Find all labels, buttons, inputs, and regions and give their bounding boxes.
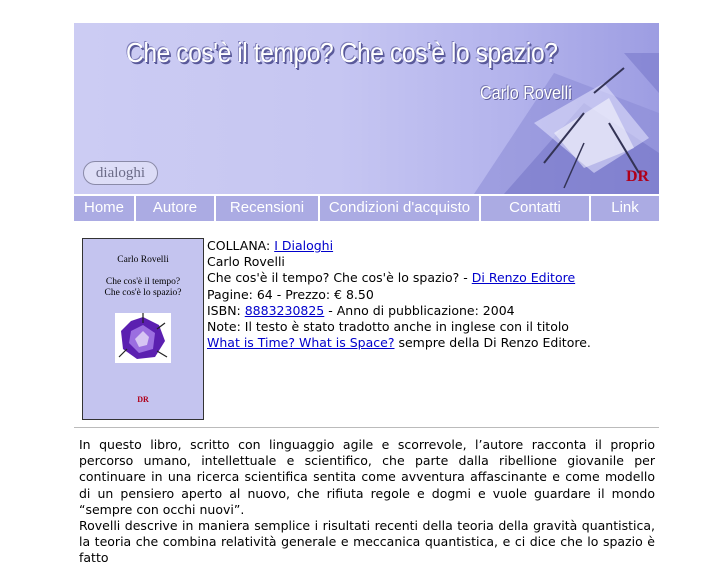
book-info: COLLANA: I Dialoghi Carlo Rovelli Che co… xyxy=(207,238,591,351)
isbn-label: ISBN: xyxy=(207,302,245,318)
nav-recensioni[interactable]: Recensioni xyxy=(216,196,320,221)
title-line: Che cos'è il tempo? Che cos'è lo spazio?… xyxy=(207,270,591,286)
author-line: Carlo Rovelli xyxy=(207,254,285,270)
book-cover: Carlo Rovelli Che cos'è il tempo? Che co… xyxy=(82,238,204,420)
year-text: - Anno di pubblicazione: 2004 xyxy=(324,302,515,318)
publisher-logo: DR xyxy=(626,168,650,185)
collana-label: COLLANA: xyxy=(207,238,275,253)
collana-line: COLLANA: I Dialoghi xyxy=(207,238,591,254)
header-banner: Che cos'è il tempo? Che cos'è lo spazio?… xyxy=(74,23,659,194)
banner-author: Carlo Rovelli xyxy=(480,83,572,103)
cover-title: Che cos'è il tempo? Che cos'è lo spazio? xyxy=(83,277,203,299)
cover-title-line-1: Che cos'è il tempo? xyxy=(105,277,181,287)
nav-contatti[interactable]: Contatti xyxy=(481,196,591,221)
english-suffix: sempre della Di Renzo Editore. xyxy=(394,335,591,351)
cover-author: Carlo Rovelli xyxy=(117,255,169,265)
section-divider xyxy=(74,427,659,428)
english-title-line: What is Time? What is Space? sempre dell… xyxy=(207,335,591,351)
description-paragraph-2: Rovelli descrive in maniera semplice i r… xyxy=(79,518,655,566)
page-title: Che cos'è il tempo? Che cos'è lo spazio? xyxy=(126,37,558,68)
cover-publisher-logo: DR xyxy=(137,395,149,404)
isbn-line: ISBN: 8883230825 - Anno di pubblicazione… xyxy=(207,303,591,319)
dialoghi-logo: dialoghi xyxy=(83,161,158,185)
collana-link[interactable]: I Dialoghi xyxy=(274,238,333,253)
nav-autore[interactable]: Autore xyxy=(136,196,216,221)
isbn-link[interactable]: 8883230825 xyxy=(245,303,325,318)
note-line: Note: Il testo è stato tradotto anche in… xyxy=(207,319,569,335)
english-edition-link[interactable]: What is Time? What is Space? xyxy=(207,335,394,350)
cover-title-line-2: Che cos'è lo spazio? xyxy=(104,288,182,298)
nav-link[interactable]: Link xyxy=(591,196,659,221)
pages-price-line: Pagine: 64 - Prezzo: € 8.50 xyxy=(207,286,374,302)
description-paragraph-1: In questo libro, scritto con linguaggio … xyxy=(79,437,655,517)
main-nav: Home Autore Recensioni Condizioni d'acqu… xyxy=(74,196,659,221)
publisher-link[interactable]: Di Renzo Editore xyxy=(472,270,575,285)
book-description: In questo libro, scritto con linguaggio … xyxy=(79,437,655,567)
title-text: Che cos'è il tempo? Che cos'è lo spazio?… xyxy=(207,270,472,286)
cover-crystal-image xyxy=(115,313,171,363)
nav-home[interactable]: Home xyxy=(74,196,136,221)
nav-condizioni-acquisto[interactable]: Condizioni d'acquisto xyxy=(320,196,481,221)
